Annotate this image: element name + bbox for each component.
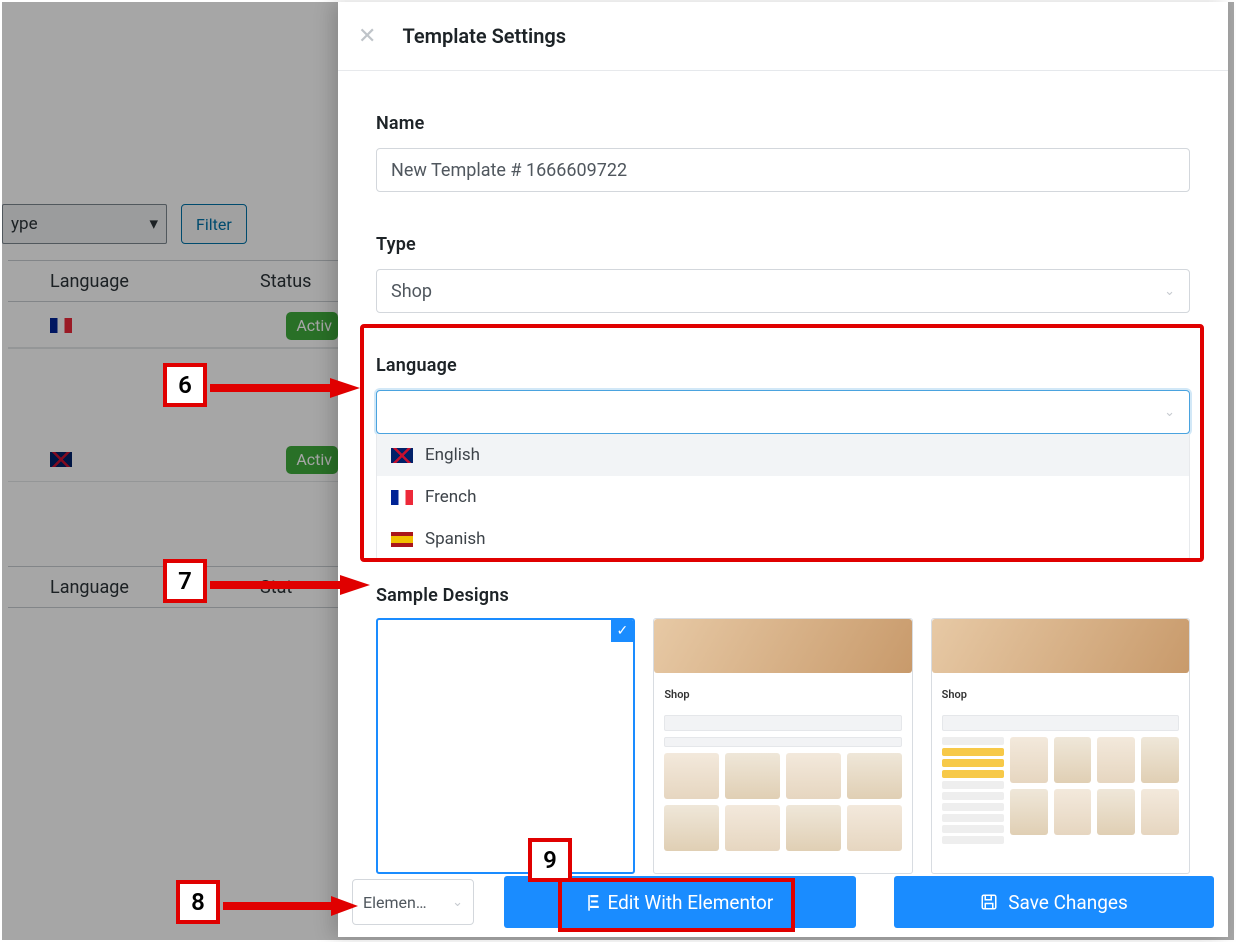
language-option-french[interactable]: French (377, 476, 1189, 518)
callout-7: 7 (163, 559, 207, 603)
flag-uk-icon (391, 448, 413, 463)
sample-card-blank[interactable]: ✓ (376, 618, 635, 874)
edit-with-elementor-button[interactable]: |Ξ Edit With Elementor (504, 876, 856, 928)
name-input[interactable] (376, 148, 1190, 192)
language-select[interactable]: ⌄ (376, 390, 1190, 434)
chevron-down-icon: ⌄ (1164, 405, 1175, 420)
thumb-hero (654, 619, 911, 673)
elementor-icon: |Ξ (587, 892, 598, 913)
save-icon (980, 893, 998, 911)
type-value: Shop (391, 281, 432, 302)
flag-es-icon (391, 532, 413, 547)
close-icon[interactable]: ✕ (358, 24, 376, 49)
panel-header: ✕ Template Settings (338, 2, 1228, 71)
chevron-down-icon: ⌄ (1164, 284, 1175, 299)
callout-9: 9 (528, 838, 572, 882)
sample-card-sidebar[interactable]: Shop (931, 618, 1190, 874)
callout-6: 6 (163, 363, 207, 407)
name-label: Name (376, 113, 1190, 134)
callout-8: 8 (176, 880, 220, 924)
thumb-title: Shop (932, 679, 1189, 709)
chevron-down-icon: ⌄ (452, 895, 463, 910)
save-changes-button[interactable]: Save Changes (894, 876, 1214, 928)
panel-footer: Elemen… ⌄ |Ξ Edit With Elementor Save Ch… (338, 875, 1228, 937)
thumb-title: Shop (654, 679, 911, 709)
language-option-english[interactable]: English (377, 434, 1189, 476)
language-label: Language (376, 355, 1190, 376)
thumb-hero (932, 619, 1189, 673)
type-label: Type (376, 234, 1190, 255)
language-option-spanish[interactable]: Spanish (377, 518, 1189, 560)
template-settings-panel: ✕ Template Settings Name Type Shop ⌄ Lan… (338, 2, 1228, 937)
editor-select[interactable]: Elemen… ⌄ (352, 879, 474, 925)
check-icon: ✓ (611, 620, 633, 642)
type-select[interactable]: Shop ⌄ (376, 269, 1190, 313)
sample-designs-row: ✓ Shop Shop (338, 618, 1228, 874)
flag-fr-icon (391, 490, 413, 505)
panel-title: Template Settings (402, 24, 566, 48)
sample-card-grid[interactable]: Shop (653, 618, 912, 874)
sample-designs-label: Sample Designs (376, 585, 1190, 606)
language-dropdown: English French Spanish (376, 434, 1190, 561)
